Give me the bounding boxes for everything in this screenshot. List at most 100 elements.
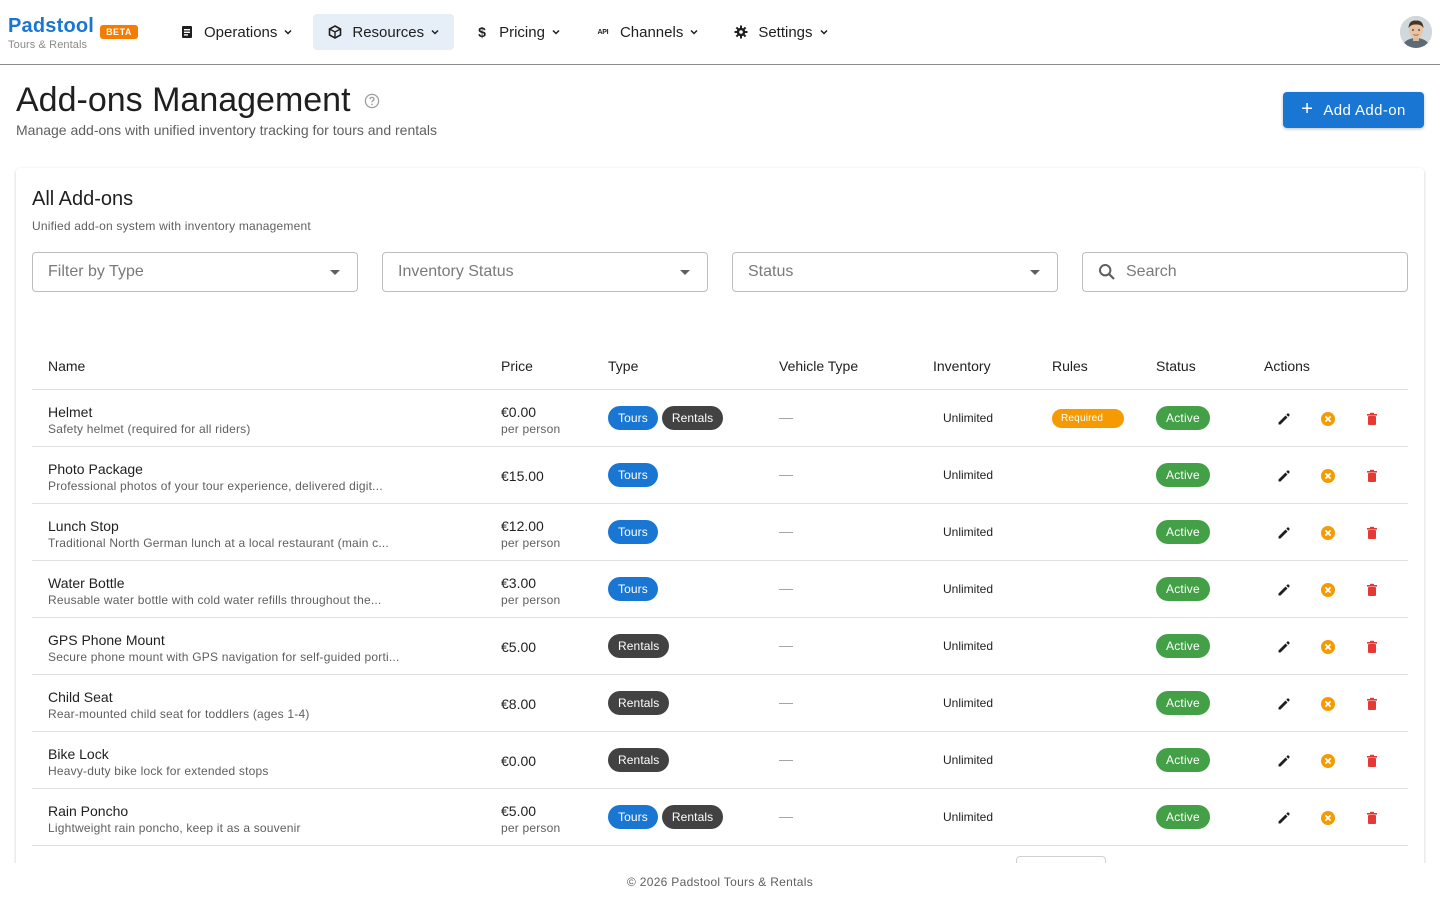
rule-chip-required: Required (1052, 409, 1124, 428)
addon-price: €15.00 (501, 468, 544, 484)
delete-icon[interactable] (1363, 695, 1381, 713)
type-chips: Tours (608, 520, 662, 544)
table-row[interactable]: Child Seat Rear-mounted child seat for to… (32, 675, 1408, 732)
add-addon-button[interactable]: + Add Add-on (1283, 92, 1424, 128)
plus-icon: + (1301, 98, 1314, 120)
table-row[interactable]: Photo Package Professional photos of your… (32, 447, 1408, 504)
table-row[interactable]: Helmet Safety helmet (required for all ri… (32, 390, 1408, 447)
addon-price: €0.00 (501, 753, 537, 769)
table-row[interactable]: Water Bottle Reusable water bottle with c… (32, 561, 1408, 618)
api-icon: API (597, 28, 609, 36)
deactivate-icon[interactable] (1319, 752, 1337, 770)
deactivate-icon[interactable] (1319, 809, 1337, 827)
delete-icon[interactable] (1363, 467, 1381, 485)
deactivate-icon[interactable] (1319, 638, 1337, 656)
beta-badge: BETA (100, 25, 138, 39)
search-icon (1098, 263, 1116, 281)
edit-icon[interactable] (1275, 752, 1293, 770)
edit-icon[interactable] (1275, 638, 1293, 656)
table-row[interactable]: GPS Phone Mount Secure phone mount with G… (32, 618, 1408, 675)
caret-down-icon (330, 270, 340, 275)
addon-price: €0.00 (501, 404, 537, 420)
addon-name: Helmet (48, 404, 93, 420)
inventory-value: Unlimited (943, 468, 994, 482)
brand-logo[interactable]: Padstool BETA Tours & Rentals (8, 15, 138, 51)
nav-settings-label: Settings (758, 23, 813, 41)
vehicle-type: — (779, 751, 793, 767)
search-placeholder: Search (1126, 263, 1177, 280)
edit-icon[interactable] (1275, 809, 1293, 827)
col-inventory[interactable]: Inventory (933, 358, 991, 374)
delete-icon[interactable] (1363, 809, 1381, 827)
deactivate-icon[interactable] (1319, 695, 1337, 713)
addon-price-unit: per person (501, 821, 561, 835)
dollar-icon: $ (478, 24, 486, 40)
vehicle-type: — (779, 637, 793, 653)
deactivate-icon[interactable] (1319, 467, 1337, 485)
nav-resources[interactable]: Resources (313, 14, 455, 50)
addon-description: Heavy-duty bike lock for extended stops (48, 764, 269, 778)
filter-inventory-select[interactable]: Inventory Status (382, 252, 708, 292)
type-chips: Tours Rentals (608, 805, 727, 829)
table-row[interactable]: Bike Lock Heavy-duty bike lock for extend… (32, 732, 1408, 789)
edit-icon[interactable] (1275, 410, 1293, 428)
type-chip-rentals: Rentals (661, 805, 724, 829)
chevron-down-icon (430, 27, 440, 37)
addon-description: Secure phone mount with GPS navigation f… (48, 650, 400, 664)
col-status[interactable]: Status (1156, 358, 1196, 374)
nav-pricing-label: Pricing (499, 23, 545, 41)
edit-icon[interactable] (1275, 581, 1293, 599)
chevron-down-icon (819, 27, 829, 37)
chevron-down-icon (283, 27, 293, 37)
vehicle-type: — (779, 694, 793, 710)
type-chip-tours: Tours (608, 406, 658, 430)
status-badge: Active (1156, 520, 1210, 544)
type-chip-rentals: Rentals (661, 406, 724, 430)
delete-icon[interactable] (1363, 410, 1381, 428)
type-chips: Rentals (608, 748, 673, 772)
addon-name: Bike Lock (48, 746, 109, 762)
filter-status-select[interactable]: Status (732, 252, 1058, 292)
delete-icon[interactable] (1363, 581, 1381, 599)
table-row[interactable]: Lunch Stop Traditional North German lunch… (32, 504, 1408, 561)
brand-subtitle: Tours & Rentals (8, 39, 88, 51)
nav-settings[interactable]: Settings (719, 14, 842, 50)
col-price[interactable]: Price (501, 358, 533, 374)
addon-name: Rain Poncho (48, 803, 129, 819)
search-input[interactable]: Search (1082, 252, 1408, 292)
nav-operations[interactable]: Operations (165, 14, 307, 50)
table-row[interactable]: Rain Poncho Lightweight rain poncho, keep… (32, 789, 1408, 846)
edit-icon[interactable] (1275, 695, 1293, 713)
delete-icon[interactable] (1363, 638, 1381, 656)
status-badge: Active (1156, 463, 1210, 487)
type-chips: Tours Rentals (608, 406, 727, 430)
type-chip-rentals: Rentals (608, 691, 670, 715)
card-subtitle: Unified add-on system with inventory man… (32, 219, 311, 233)
deactivate-icon[interactable] (1319, 524, 1337, 542)
col-rules[interactable]: Rules (1052, 358, 1088, 374)
user-avatar[interactable] (1400, 16, 1432, 48)
col-vehicle-type[interactable]: Vehicle Type (779, 358, 858, 374)
nav-pricing[interactable]: $ Pricing (460, 14, 575, 50)
deactivate-icon[interactable] (1319, 581, 1337, 599)
nav-channels[interactable]: API Channels (581, 14, 713, 50)
help-icon[interactable] (364, 93, 380, 109)
edit-icon[interactable] (1275, 467, 1293, 485)
col-name[interactable]: Name (48, 358, 85, 374)
status-badge: Active (1156, 748, 1210, 772)
addon-price: €3.00 (501, 575, 537, 591)
table-body: Helmet Safety helmet (required for all ri… (32, 390, 1408, 846)
filter-type-select[interactable]: Filter by Type (32, 252, 358, 292)
status-badge: Active (1156, 805, 1210, 829)
col-type[interactable]: Type (608, 358, 638, 374)
table-header: Name Price Type Vehicle Type Inventory R… (32, 346, 1408, 390)
deactivate-icon[interactable] (1319, 410, 1337, 428)
vehicle-type: — (779, 808, 793, 824)
inventory-value: Unlimited (943, 810, 994, 824)
inventory-value: Unlimited (943, 582, 994, 596)
delete-icon[interactable] (1363, 752, 1381, 770)
edit-icon[interactable] (1275, 524, 1293, 542)
delete-icon[interactable] (1363, 524, 1381, 542)
addon-description: Traditional North German lunch at a loca… (48, 536, 389, 550)
addon-price: €8.00 (501, 696, 537, 712)
